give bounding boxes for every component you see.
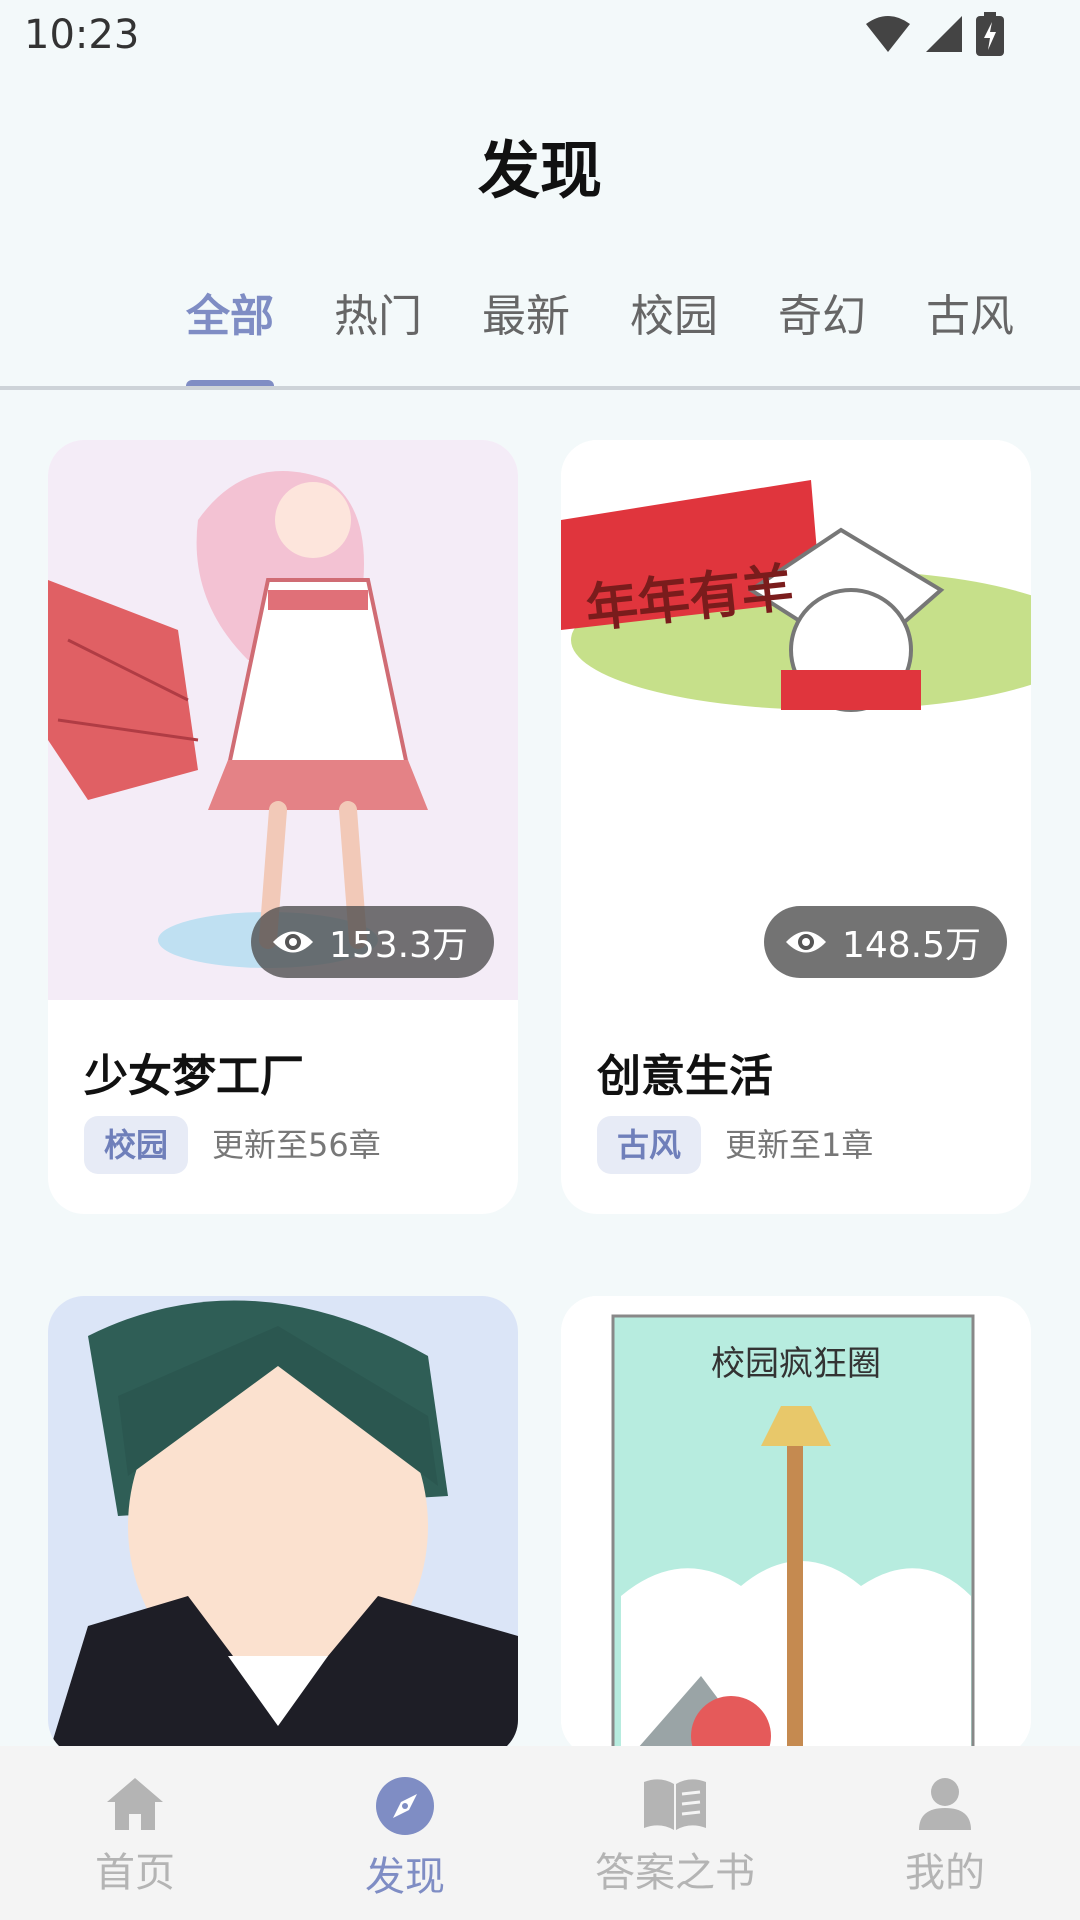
comic-title: 少女梦工厂 (84, 1051, 304, 1102)
nav-me[interactable]: 我的 (810, 1746, 1080, 1920)
tabs-divider (0, 386, 1080, 390)
comic-card[interactable]: 153.3万 少女梦工厂 校园 更新至56章 (48, 440, 518, 1214)
views-count: 148.5万 (841, 925, 981, 966)
tab-hot[interactable]: 热门 (334, 280, 422, 390)
nav-label: 发现 (365, 1854, 445, 1900)
eye-icon (785, 931, 826, 953)
wifi-icon (866, 16, 910, 52)
genre-tag: 校园 (84, 1116, 189, 1174)
tab-label: 最新 (482, 291, 570, 342)
tab-label: 校园 (630, 291, 718, 342)
category-tabs: 全部 热门 最新 校园 奇幻 古风 (186, 280, 1014, 390)
battery-icon (976, 12, 1004, 56)
bottom-navigation: 首页 发现 答案之书 我的 (0, 1746, 1080, 1920)
nav-label: 答案之书 (595, 1850, 755, 1896)
tab-label: 热门 (334, 291, 422, 342)
comic-card[interactable] (48, 1296, 518, 1756)
nav-discover[interactable]: 发现 (270, 1746, 540, 1920)
tab-campus[interactable]: 校园 (630, 280, 718, 390)
views-badge: 148.5万 (763, 906, 1007, 978)
eye-icon (272, 931, 313, 953)
nav-label: 首页 (95, 1850, 175, 1896)
chapter-status: 更新至56章 (212, 1126, 381, 1164)
nav-answer-book[interactable]: 答案之书 (540, 1746, 810, 1920)
comic-cover (48, 1296, 518, 1756)
status-time: 10:23 (24, 12, 140, 58)
status-icons (864, 12, 1004, 56)
views-badge: 153.3万 (250, 906, 494, 978)
comic-card[interactable]: 校园疯狂圈 (561, 1296, 1031, 1756)
person-icon (919, 1778, 971, 1830)
status-bar: 10:23 (0, 0, 1080, 72)
nav-label: 我的 (905, 1850, 985, 1896)
comic-cover: 校园疯狂圈 (561, 1296, 1031, 1756)
cover-title-text: 校园疯狂圈 (711, 1344, 881, 1384)
comic-title: 创意生活 (597, 1051, 773, 1102)
signal-icon (926, 16, 962, 52)
tab-all[interactable]: 全部 (186, 280, 274, 390)
home-icon (107, 1778, 163, 1830)
compass-icon (376, 1777, 434, 1835)
tab-ancient[interactable]: 古风 (926, 280, 1014, 390)
tab-fantasy[interactable]: 奇幻 (778, 280, 866, 390)
tab-label: 古风 (926, 291, 1014, 342)
book-icon (644, 1779, 706, 1830)
tab-label: 奇幻 (778, 291, 866, 342)
views-count: 153.3万 (328, 925, 468, 966)
comic-cover: 年年有羊 148.5万 (561, 440, 1031, 1000)
page-title: 发现 (477, 134, 602, 207)
comic-card[interactable]: 年年有羊 148.5万 创意生活 古风 更新至1章 (561, 440, 1031, 1214)
nav-home[interactable]: 首页 (0, 1746, 270, 1920)
comic-cover: 153.3万 (48, 440, 518, 1000)
chapter-status: 更新至1章 (725, 1126, 874, 1164)
cover-illustration-man (48, 1296, 518, 1756)
tab-label: 全部 (186, 291, 274, 342)
genre-tag: 古风 (597, 1116, 702, 1174)
tab-latest[interactable]: 最新 (482, 280, 570, 390)
